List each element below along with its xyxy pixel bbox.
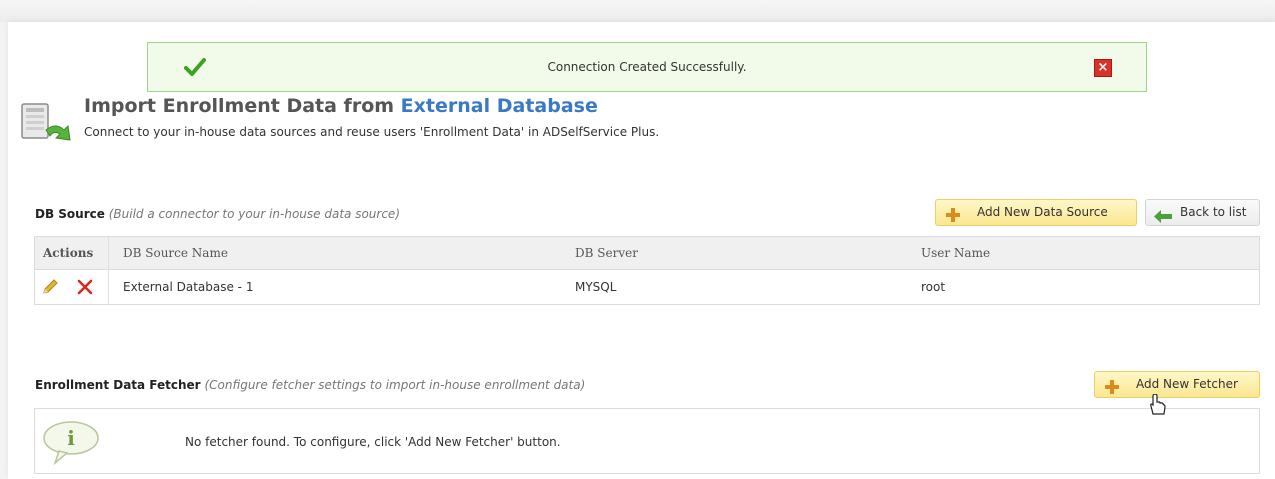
database-import-icon — [20, 98, 76, 152]
column-header-db-source-name[interactable]: DB Source Name — [123, 237, 228, 269]
empty-fetcher-message: No fetcher found. To configure, click 'A… — [185, 435, 561, 449]
plus-icon — [946, 206, 960, 231]
db-source-hint: (Build a connector to your in-house data… — [108, 207, 400, 221]
column-header-user-name[interactable]: User Name — [921, 237, 990, 269]
add-data-source-button[interactable]: Add New Data Source — [935, 199, 1137, 226]
fetcher-label: Enrollment Data Fetcher — [35, 378, 201, 392]
top-shade — [0, 0, 1275, 22]
db-source-label: DB Source — [35, 207, 105, 221]
add-fetcher-button[interactable]: Add New Fetcher — [1094, 371, 1260, 398]
close-icon[interactable]: × — [1094, 59, 1112, 77]
column-divider — [108, 237, 109, 269]
title-highlight: External Database — [400, 95, 598, 117]
db-source-table: Actions DB Source Name DB Server User Na… — [34, 236, 1260, 305]
title-prefix: Import Enrollment Data from — [84, 95, 401, 117]
fetcher-hint: (Configure fetcher settings to import in… — [204, 378, 586, 392]
table-row: External Database - 1 MYSQL root — [35, 270, 1259, 304]
back-to-list-button[interactable]: Back to list — [1145, 199, 1260, 226]
back-to-list-label: Back to list — [1180, 205, 1247, 219]
success-banner: Connection Created Successfully. × — [147, 42, 1147, 92]
page-subtitle: Connect to your in-house data sources an… — [84, 125, 660, 139]
cell-user-name: root — [921, 280, 946, 294]
cell-db-server: MYSQL — [575, 280, 617, 294]
column-header-db-server[interactable]: DB Server — [575, 237, 638, 269]
column-header-actions: Actions — [43, 246, 94, 260]
svg-text:i: i — [67, 426, 75, 450]
banner-message: Connection Created Successfully. — [547, 60, 747, 74]
add-data-source-label: Add New Data Source — [977, 205, 1108, 219]
info-icon: i — [41, 419, 101, 469]
page-title: Import Enrollment Data from External Dat… — [84, 95, 598, 117]
fetcher-section-label: Enrollment Data Fetcher (Configure fetch… — [35, 378, 585, 392]
back-arrow-icon — [1154, 207, 1172, 232]
cell-db-source-name: External Database - 1 — [123, 280, 254, 294]
table-header: Actions DB Source Name DB Server User Na… — [35, 237, 1259, 270]
column-divider — [108, 270, 109, 304]
plus-icon — [1105, 378, 1119, 403]
delete-icon[interactable] — [77, 270, 93, 304]
edit-icon[interactable] — [41, 270, 59, 304]
db-source-section-label: DB Source (Build a connector to your in-… — [35, 207, 400, 221]
fetcher-empty-state: i No fetcher found. To configure, click … — [34, 408, 1260, 474]
hand-cursor-icon — [1148, 393, 1166, 420]
